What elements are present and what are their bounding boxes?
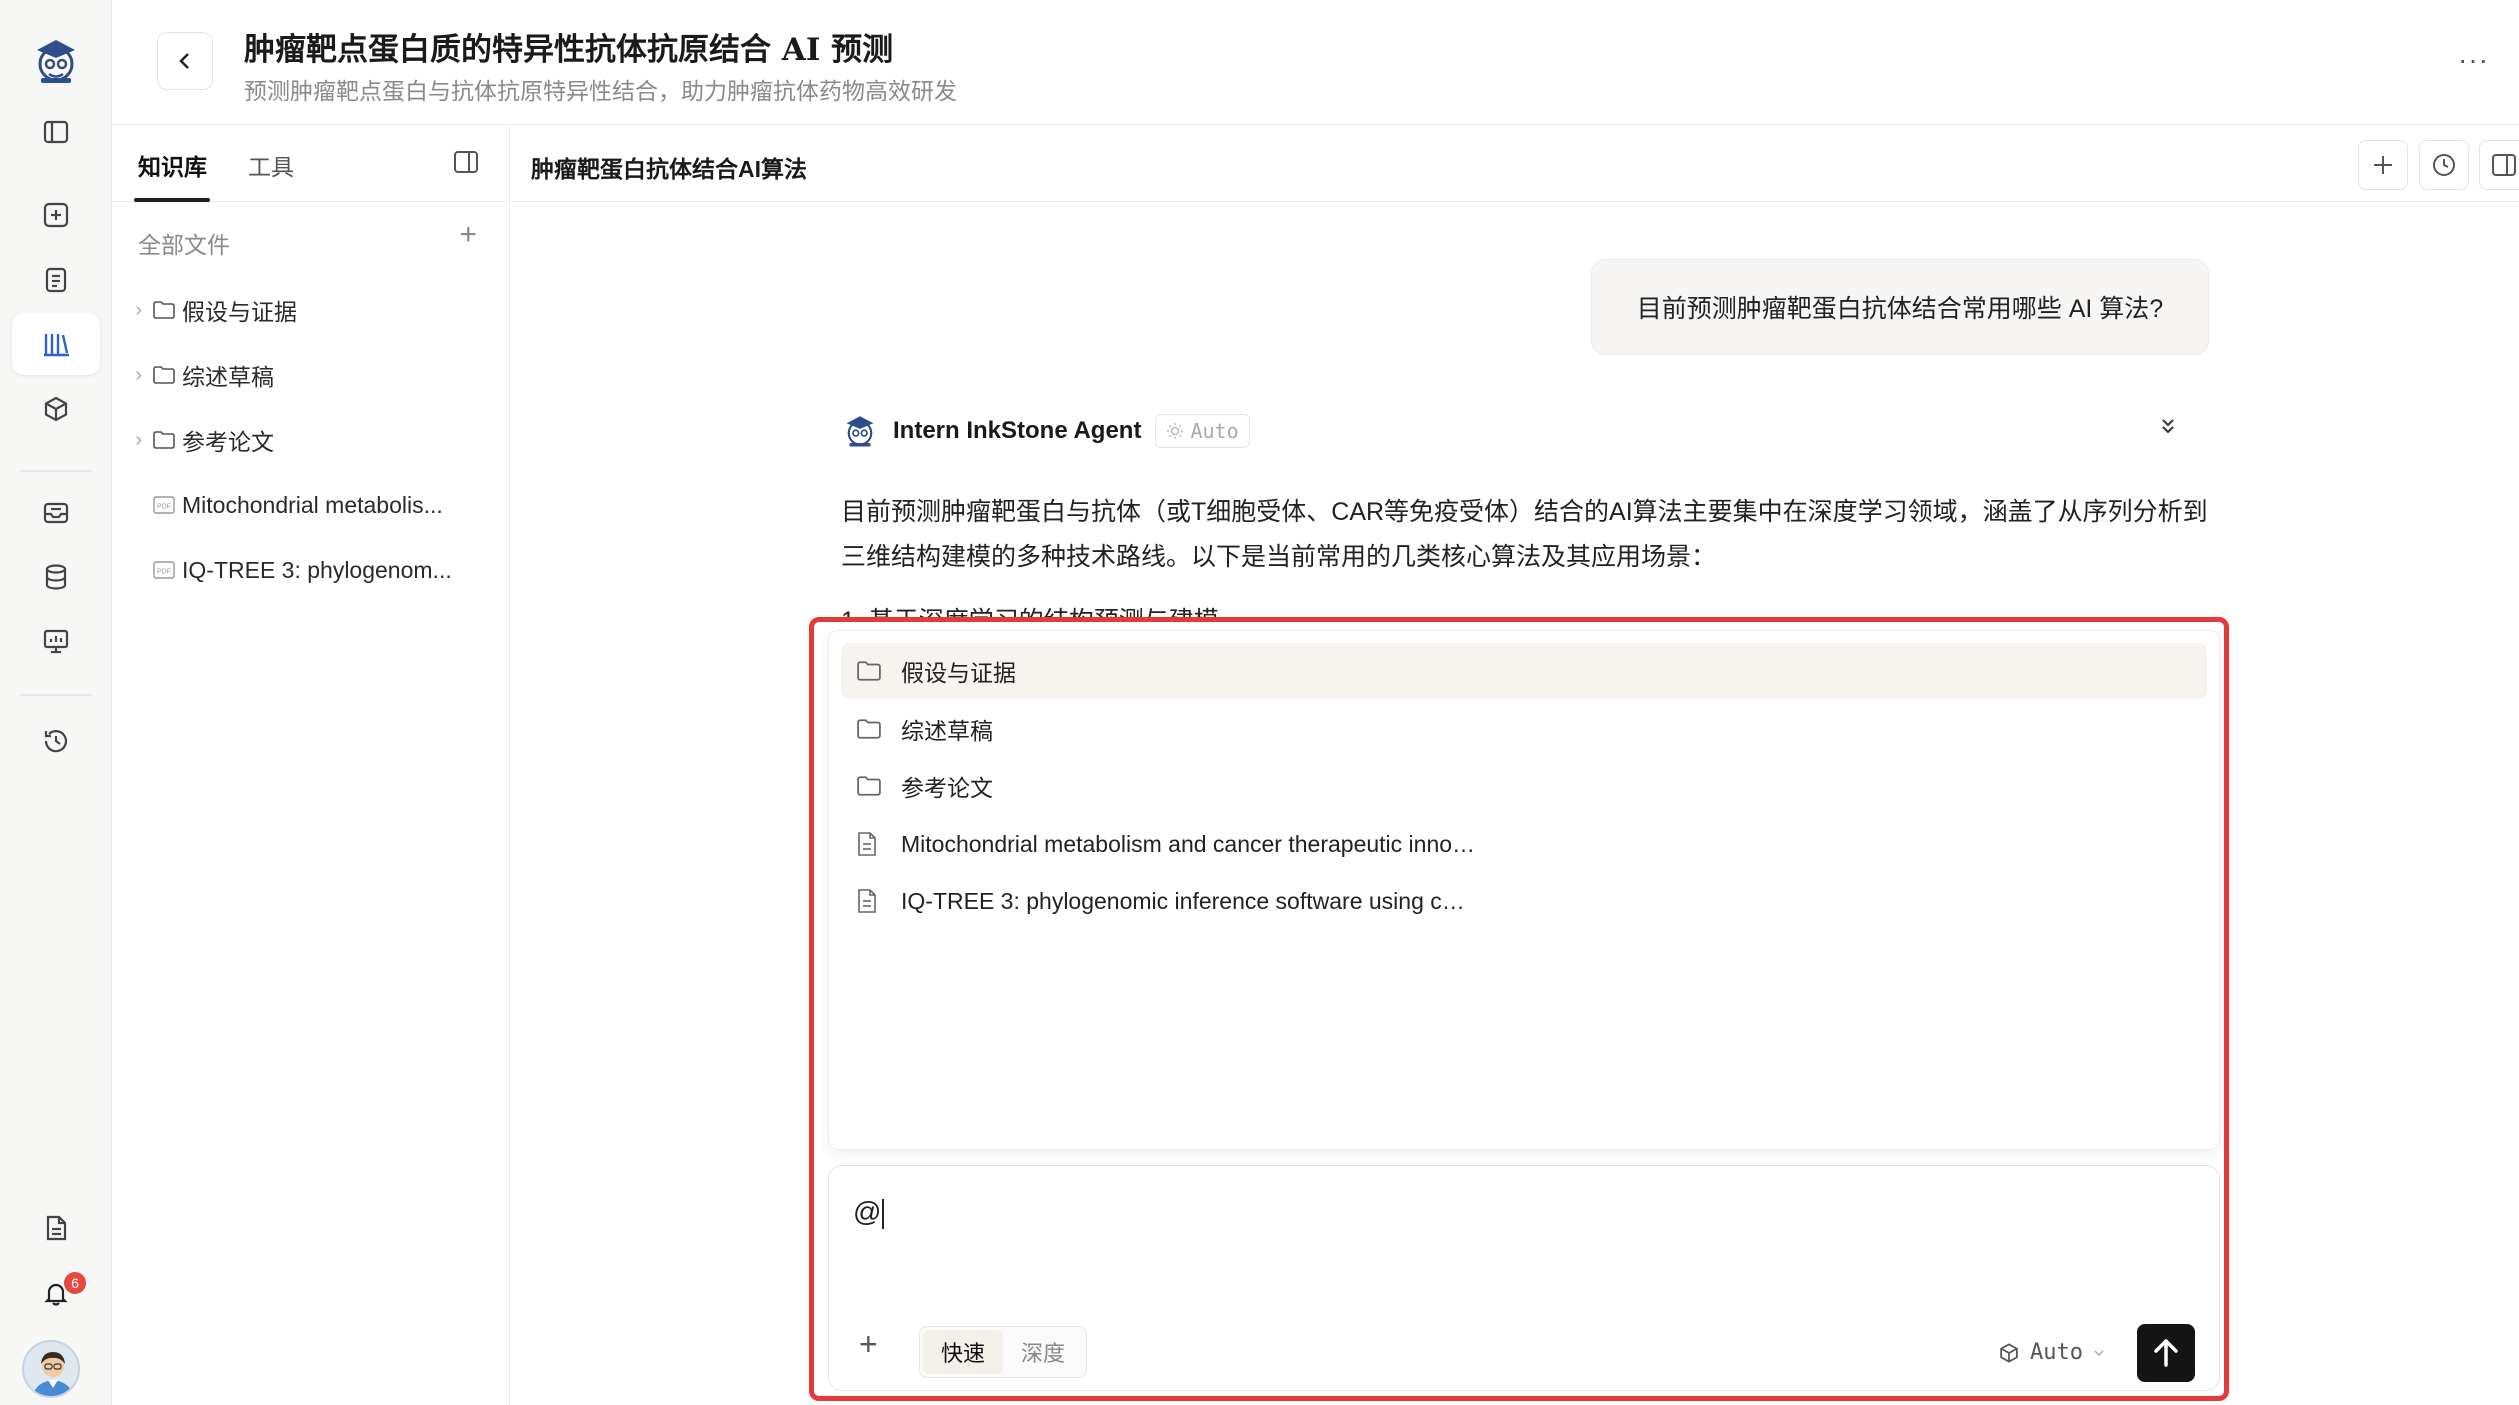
- chevron-left-icon: [179, 53, 189, 69]
- sun-icon: [1167, 423, 1184, 439]
- chevron-right-icon[interactable]: ›: [112, 299, 146, 322]
- add-file-button[interactable]: +: [459, 218, 477, 252]
- mode-fast-button[interactable]: 快速: [923, 1330, 1004, 1374]
- notification-count-badge: 6: [64, 1272, 86, 1294]
- user-message: 目前预测肿瘤靶蛋白抗体结合常用哪些 AI 算法?: [1591, 259, 2209, 355]
- chevron-down-icon: [2094, 1349, 2104, 1356]
- mode-deep-button[interactable]: 深度: [1003, 1330, 1083, 1374]
- folder-icon: [146, 431, 182, 449]
- user-avatar[interactable]: [22, 1340, 80, 1398]
- folder-icon: [857, 719, 889, 739]
- file-icon: [857, 889, 889, 913]
- sidebar-tabs: 知识库 工具: [112, 126, 509, 202]
- clock-icon: [2433, 154, 2455, 176]
- mention-option-file[interactable]: Mitochondrial metabolism and cancer ther…: [841, 816, 2207, 872]
- inbox-icon[interactable]: [12, 482, 100, 544]
- cube-icon: [2000, 1342, 2018, 1363]
- mention-option-folder[interactable]: 参考论文: [841, 758, 2207, 814]
- more-options-icon[interactable]: ···: [2458, 44, 2489, 76]
- panel-toggle-icon[interactable]: [453, 150, 479, 179]
- page-title: 肿瘤靶点蛋白质的特异性抗体抗原结合 AI 预测: [244, 32, 894, 68]
- dashboard-icon[interactable]: [12, 610, 100, 672]
- history-button[interactable]: [2419, 140, 2469, 190]
- sidebar-toggle-icon[interactable]: [12, 101, 100, 163]
- knowledge-sidebar: 知识库 工具 全部文件 + › 假设与证据 › 综述草稿 › 参考论文 PDF …: [112, 126, 510, 1405]
- tree-item-file[interactable]: PDF Mitochondrial metabolis...: [112, 480, 510, 530]
- rail-divider: [20, 694, 92, 696]
- pdf-file-icon: PDF: [146, 496, 182, 514]
- rail-divider: [20, 470, 92, 472]
- chevron-right-icon[interactable]: ›: [112, 364, 146, 387]
- agent-name: Intern InkStone Agent: [893, 417, 1142, 444]
- pdf-file-icon: PDF: [146, 561, 182, 579]
- notifications-bell-icon[interactable]: [12, 1262, 100, 1324]
- database-icon[interactable]: [12, 546, 100, 608]
- model-selector[interactable]: Auto: [1998, 1340, 2105, 1365]
- document-icon[interactable]: [12, 1197, 100, 1259]
- mode-switch: 快速 深度: [919, 1326, 1088, 1378]
- folder-icon: [857, 661, 889, 681]
- nav-rail: 6: [0, 0, 112, 1405]
- attach-plus-icon[interactable]: +: [859, 1326, 878, 1363]
- tree-item-folder[interactable]: › 假设与证据: [112, 285, 510, 335]
- conversation-title: 肿瘤靶蛋白抗体结合AI算法: [531, 156, 807, 182]
- text-caret: [882, 1198, 885, 1229]
- models-cube-icon[interactable]: [12, 378, 100, 440]
- agent-answer-text: 目前预测肿瘤靶蛋白与抗体（或T细胞受体、CAR等免疫受体）结合的AI算法主要集中…: [841, 498, 2208, 571]
- collapse-icon[interactable]: [2159, 416, 2177, 442]
- folder-icon: [146, 301, 182, 319]
- tree-item-folder[interactable]: › 参考论文: [112, 415, 510, 465]
- library-icon[interactable]: [12, 313, 100, 375]
- mention-dropdown: 假设与证据 综述草稿 参考论文 Mitochondrial metabolism…: [828, 630, 2220, 1150]
- panel-icon: [2492, 154, 2516, 176]
- agent-avatar-icon: [846, 416, 874, 447]
- svg-text:PDF: PDF: [157, 504, 171, 511]
- layout-toggle-button[interactable]: [2479, 140, 2519, 190]
- message-composer[interactable]: @ + 快速 深度 Auto: [828, 1165, 2220, 1391]
- tree-item-folder[interactable]: › 综述草稿: [112, 350, 510, 400]
- tab-tools[interactable]: 工具: [248, 148, 294, 182]
- page-subtitle: 预测肿瘤靶点蛋白与抗体抗原特异性结合，助力肿瘤抗体药物高效研发: [244, 78, 957, 104]
- back-button[interactable]: [157, 32, 213, 90]
- tree-item-file[interactable]: PDF IQ-TREE 3: phylogenom...: [112, 545, 510, 595]
- mention-option-folder[interactable]: 综述草稿: [841, 701, 2207, 757]
- agent-mode-tag: Auto: [1155, 414, 1250, 448]
- message-input[interactable]: @: [853, 1196, 885, 1229]
- tab-knowledge-base[interactable]: 知识库: [138, 148, 207, 182]
- folder-icon: [146, 366, 182, 384]
- all-files-label: 全部文件: [138, 232, 230, 258]
- folder-icon: [857, 776, 889, 796]
- app-logo-icon[interactable]: [12, 30, 100, 92]
- new-conversation-button[interactable]: [2358, 140, 2408, 190]
- mention-option-file[interactable]: IQ-TREE 3: phylogenomic inference softwa…: [841, 873, 2207, 929]
- new-chat-icon[interactable]: [12, 184, 100, 246]
- plus-icon: [2374, 156, 2392, 174]
- chevron-right-icon[interactable]: ›: [112, 429, 146, 452]
- history-icon[interactable]: [12, 710, 100, 772]
- conversation-toolbar: 肿瘤靶蛋白抗体结合AI算法: [511, 126, 2519, 202]
- agent-header: Intern InkStone Agent Auto: [841, 413, 1250, 449]
- mention-option-folder[interactable]: 假设与证据: [841, 643, 2207, 699]
- file-icon: [857, 832, 889, 856]
- arrow-up-icon: [2154, 1339, 2178, 1367]
- page-header: 肿瘤靶点蛋白质的特异性抗体抗原结合 AI 预测 预测肿瘤靶点蛋白与抗体抗原特异性…: [112, 0, 2519, 125]
- send-button[interactable]: [2137, 1324, 2195, 1382]
- svg-text:PDF: PDF: [157, 569, 171, 576]
- active-tab-indicator: [134, 198, 210, 202]
- notes-icon[interactable]: [12, 249, 100, 311]
